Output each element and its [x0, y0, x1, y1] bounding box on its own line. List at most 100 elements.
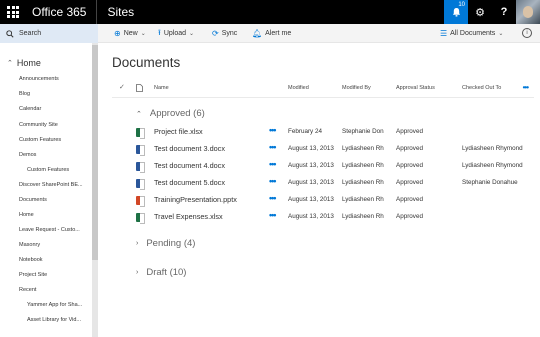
nav-item[interactable]: Asset Library for Vid...	[27, 317, 91, 323]
excel-file-icon	[136, 128, 145, 139]
caret-up-icon: ⌃	[7, 60, 13, 67]
table-row[interactable]: Test document 3.docx ••• August 13, 2013…	[98, 141, 540, 158]
nav-item[interactable]: Calendar	[19, 106, 83, 112]
more-actions-icon[interactable]: •••	[269, 159, 277, 169]
upload-icon: ⭱	[158, 27, 161, 37]
modified-cell: August 13, 2013	[288, 162, 334, 169]
column-name[interactable]: Name	[154, 85, 169, 91]
notifications-button[interactable]: 10	[444, 0, 468, 24]
nav-home[interactable]: ⌃ Home	[7, 58, 41, 68]
more-actions-icon[interactable]: •••	[269, 210, 277, 220]
table-row[interactable]: Travel Expenses.xlsx ••• August 13, 2013…	[98, 209, 540, 226]
app-launcher-icon[interactable]	[0, 0, 26, 24]
more-actions-icon[interactable]: •••	[269, 142, 277, 152]
caret-up-icon: ⌃	[136, 110, 142, 118]
group-approved[interactable]: ⌃ Approved (6)	[136, 108, 205, 119]
group-pending[interactable]: › Pending (4)	[136, 238, 195, 249]
approval-status-cell: Approved	[396, 213, 423, 220]
modified-by-cell: Lydiasheen Rh...	[342, 213, 384, 220]
modified-by-cell: Lydiasheen Rh...	[342, 145, 384, 152]
new-button[interactable]: ⊕ New ⌄	[114, 24, 146, 43]
more-actions-icon[interactable]: •••	[269, 176, 277, 186]
caret-right-icon: ›	[136, 269, 139, 276]
approval-status-cell: Approved	[396, 145, 423, 152]
chevron-down-icon: ⌄	[189, 31, 195, 37]
alert-me-button[interactable]: 🔔︎ Alert me	[252, 24, 291, 43]
nav-item[interactable]: Discover SharePoint BE...	[19, 182, 83, 188]
file-name[interactable]: Test document 5.docx	[154, 178, 225, 187]
column-approval-status[interactable]: Approval Status	[396, 85, 435, 91]
more-actions-icon[interactable]: •••	[269, 193, 277, 203]
command-bar: Search ⊕ New ⌄ ⭱ Upload ⌄ ⟳ Sync 🔔︎ Aler…	[0, 24, 540, 43]
settings-button[interactable]: ⚙	[468, 0, 492, 24]
group-draft[interactable]: › Draft (10)	[136, 267, 186, 278]
column-modified[interactable]: Modified	[288, 85, 309, 91]
search-input[interactable]: Search	[0, 24, 98, 43]
modified-cell: February 24	[288, 128, 322, 135]
upload-button[interactable]: ⭱ Upload ⌄	[158, 24, 194, 43]
nav-item[interactable]: Notebook	[19, 257, 83, 263]
file-name[interactable]: Travel Expenses.xlsx	[154, 212, 223, 221]
approval-status-cell: Approved	[396, 179, 423, 186]
column-checked-out-to[interactable]: Checked Out To	[462, 85, 501, 91]
word-file-icon	[136, 145, 145, 156]
nav-item[interactable]: Demos	[19, 152, 83, 158]
modified-by-cell: Lydiasheen Rh...	[342, 196, 384, 203]
nav-item[interactable]: Custom Features	[19, 137, 83, 143]
nav-item[interactable]: Leave Request - Custo...	[19, 227, 83, 233]
nav-item[interactable]: Masonry	[19, 242, 83, 248]
file-type-icon	[136, 84, 143, 92]
nav-item[interactable]: Community Site	[19, 122, 83, 128]
table-row[interactable]: Test document 5.docx ••• August 13, 2013…	[98, 175, 540, 192]
nav-item[interactable]: Documents	[19, 197, 83, 203]
caret-right-icon: ›	[136, 240, 139, 247]
chevron-down-icon: ⌄	[498, 31, 504, 37]
table-row[interactable]: Test document 4.docx ••• August 13, 2013…	[98, 158, 540, 175]
file-name[interactable]: Test document 4.docx	[154, 161, 225, 170]
nav-item[interactable]: Yammer App for Sha...	[27, 302, 91, 308]
bell-icon: 🔔︎	[252, 29, 263, 38]
view-selector[interactable]: ☰ All Documents ⌄	[440, 24, 503, 43]
word-file-icon	[136, 162, 145, 173]
help-icon: ?	[500, 6, 508, 18]
table-row[interactable]: Project file.xlsx ••• February 24 Stepha…	[98, 124, 540, 141]
document-library: Documents ✓ Name Modified Modified By Ap…	[98, 43, 540, 337]
word-file-icon	[136, 179, 145, 190]
nav-item[interactable]: Home	[19, 212, 83, 218]
approval-status-cell: Approved	[396, 128, 423, 135]
checked-out-cell: Lydiasheen Rhymond	[462, 162, 523, 169]
nav-item[interactable]: Blog	[19, 91, 83, 97]
avatar[interactable]	[516, 0, 540, 24]
sync-button[interactable]: ⟳ Sync	[212, 24, 237, 43]
nav-item[interactable]: Custom Features	[27, 167, 91, 173]
more-actions-icon[interactable]: •••	[269, 125, 277, 135]
nav-item[interactable]: Announcements	[19, 76, 83, 82]
list-view-icon: ☰	[440, 29, 448, 38]
approval-status-cell: Approved	[396, 196, 423, 203]
approval-status-cell: Approved	[396, 162, 423, 169]
table-row[interactable]: TrainingPresentation.pptx ••• August 13,…	[98, 192, 540, 209]
more-columns-icon[interactable]: •••	[523, 83, 529, 92]
info-icon[interactable]: i	[522, 28, 532, 38]
view-label: All Documents	[450, 30, 496, 37]
nav-item[interactable]: Recent	[19, 287, 83, 293]
file-name[interactable]: Test document 3.docx	[154, 144, 225, 153]
modified-by-cell: Lydiasheen Rh...	[342, 179, 384, 186]
nav-item[interactable]: Project Site	[19, 272, 83, 278]
upload-label: Upload	[163, 30, 186, 37]
help-button[interactable]: ?	[492, 0, 516, 24]
page-title: Documents	[112, 55, 181, 70]
site-title[interactable]: Sites	[97, 0, 134, 24]
alert-label: Alert me	[265, 30, 292, 37]
file-name[interactable]: TrainingPresentation.pptx	[154, 195, 237, 204]
file-name[interactable]: Project file.xlsx	[154, 127, 203, 136]
sync-label: Sync	[221, 30, 238, 37]
search-icon	[6, 29, 14, 38]
modified-cell: August 13, 2013	[288, 145, 334, 152]
notification-count: 10	[458, 2, 465, 8]
brand-title[interactable]: Office 365	[26, 0, 98, 24]
gear-icon: ⚙	[475, 6, 485, 19]
select-all-check-icon[interactable]: ✓	[119, 83, 125, 91]
column-modified-by[interactable]: Modified By	[342, 85, 371, 91]
search-placeholder: Search	[19, 30, 42, 37]
